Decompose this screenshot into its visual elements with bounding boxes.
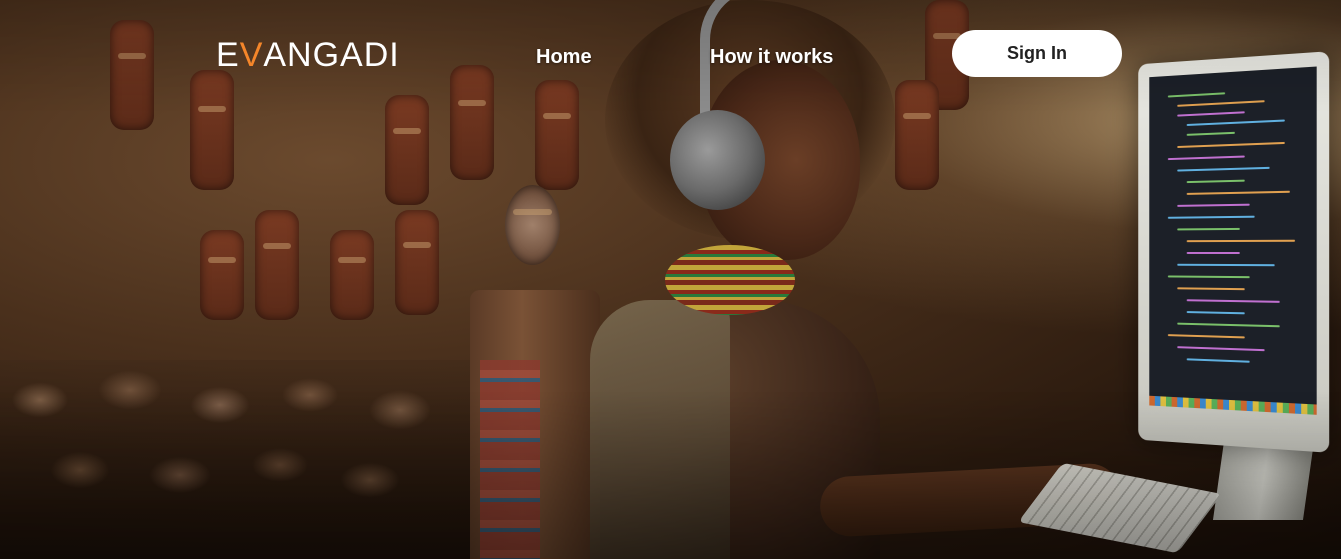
code-line bbox=[1186, 311, 1245, 315]
hero-banner: E V ANGADI Home How it works Sign In bbox=[0, 0, 1341, 559]
code-line bbox=[1167, 155, 1245, 161]
logo-accent: V bbox=[239, 35, 264, 74]
code-line bbox=[1177, 322, 1280, 328]
hero-photo-mask bbox=[330, 230, 374, 320]
hero-photo-mask bbox=[395, 210, 439, 315]
hero-photo-mask bbox=[505, 185, 560, 265]
code-line bbox=[1186, 119, 1285, 126]
hero-photo-mask bbox=[895, 80, 939, 190]
evangadi-logo[interactable]: E V ANGADI bbox=[216, 35, 400, 74]
hero-photo-mask bbox=[450, 65, 494, 180]
hero-photo-wall bbox=[0, 360, 470, 559]
code-line bbox=[1186, 252, 1240, 255]
code-line bbox=[1177, 141, 1285, 149]
code-line bbox=[1167, 334, 1245, 339]
nav-how-it-works-link[interactable]: How it works bbox=[710, 46, 833, 69]
code-line bbox=[1177, 287, 1245, 291]
hero-photo-mask bbox=[385, 95, 429, 205]
code-line bbox=[1186, 179, 1245, 184]
code-line bbox=[1177, 100, 1265, 107]
logo-prefix: E bbox=[216, 35, 240, 74]
hero-photo-mask bbox=[110, 20, 154, 130]
hero-photo-monitor bbox=[1138, 51, 1330, 453]
headphones-icon bbox=[670, 110, 765, 210]
hero-photo-monitor-screen bbox=[1149, 66, 1317, 415]
hero-photo-mask bbox=[255, 210, 299, 320]
hero-photo-shawl bbox=[590, 300, 730, 559]
code-line bbox=[1167, 92, 1226, 98]
hero-photo-mask bbox=[200, 230, 244, 320]
code-line bbox=[1186, 131, 1235, 136]
code-line bbox=[1186, 299, 1280, 303]
code-line bbox=[1167, 275, 1250, 279]
code-line bbox=[1167, 215, 1255, 219]
sign-in-button[interactable]: Sign In bbox=[952, 30, 1122, 77]
code-line bbox=[1186, 358, 1250, 363]
code-line bbox=[1177, 166, 1270, 172]
hero-photo-mask bbox=[535, 80, 579, 190]
hero-photo-mask bbox=[190, 70, 234, 190]
hero-photo-chair-fabric bbox=[480, 360, 540, 559]
code-line bbox=[1177, 111, 1245, 117]
hero-photo-necklace bbox=[665, 245, 795, 315]
code-line bbox=[1177, 346, 1265, 352]
nav-home-link[interactable]: Home bbox=[536, 46, 592, 69]
code-line bbox=[1186, 239, 1296, 243]
logo-suffix: ANGADI bbox=[263, 35, 400, 74]
code-line bbox=[1177, 203, 1250, 207]
code-line bbox=[1186, 190, 1290, 195]
code-line bbox=[1177, 263, 1275, 267]
code-line bbox=[1177, 227, 1240, 231]
